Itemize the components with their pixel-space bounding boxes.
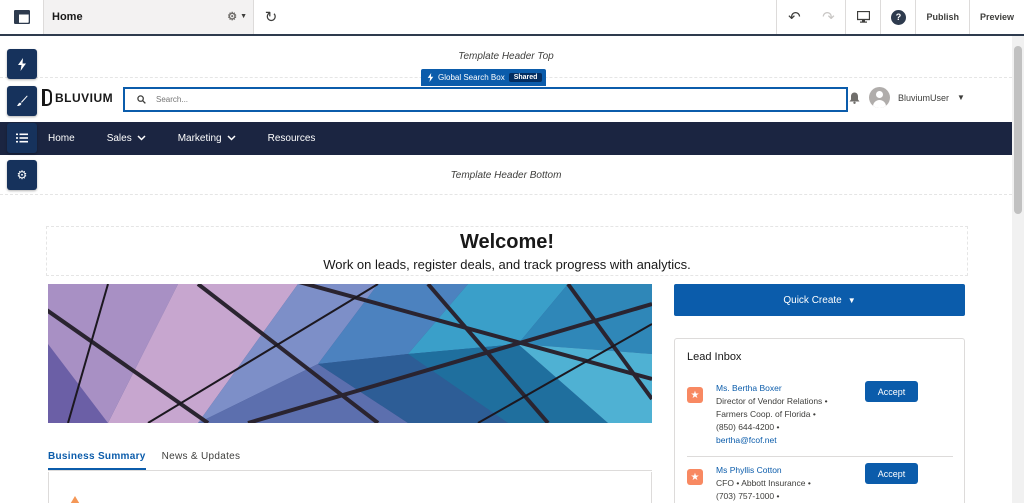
accept-button[interactable]: Accept — [865, 463, 918, 484]
divider — [687, 456, 953, 457]
accept-button[interactable]: Accept — [865, 381, 918, 402]
lead-title: Director of Vendor Relations • — [716, 396, 828, 406]
lead-icon: ★ — [687, 469, 703, 485]
list-icon[interactable] — [7, 123, 37, 153]
global-search-badge[interactable]: Global Search Box Shared — [421, 69, 547, 86]
hero-image — [48, 284, 652, 423]
quick-create-button[interactable]: Quick Create ▼ — [674, 284, 965, 316]
lead-name-link[interactable]: Ms. Bertha Boxer — [716, 383, 782, 393]
paintbrush-icon[interactable] — [7, 86, 37, 116]
welcome-title: Welcome! — [459, 231, 555, 253]
lead-phone: (850) 644-4200 • — [716, 422, 780, 432]
preview-button[interactable]: Preview — [970, 0, 1024, 34]
lead-title: CFO • Abbott Insurance • — [716, 478, 811, 488]
chevron-down-icon — [227, 134, 236, 143]
tab-business-summary[interactable]: Business Summary — [48, 444, 146, 470]
logo-mark-icon — [42, 89, 52, 106]
chevron-down-icon: ▼ — [847, 295, 856, 305]
bluvium-logo[interactable]: BLUVIUM — [42, 89, 113, 106]
redo-icon[interactable]: ↷ — [811, 0, 845, 34]
gear-icon[interactable]: ⚙ — [7, 160, 37, 190]
help-icon[interactable]: ? — [881, 0, 915, 34]
builder-toolbar: Home ⚙ ▼ ↻ ↶ ↷ ? Publish Preview — [0, 0, 1024, 36]
global-search-box[interactable] — [123, 87, 848, 112]
page-canvas: Template Header Top Global Search Box Sh… — [0, 36, 1012, 503]
gear-icon[interactable]: ⚙ — [227, 10, 237, 23]
lead-email-link[interactable]: bertha@fcof.net — [716, 435, 777, 445]
avatar — [869, 87, 890, 108]
navigation-menu: Home Sales Marketing Resources — [0, 122, 1012, 155]
warning-icon — [69, 496, 81, 503]
lightning-icon[interactable] — [7, 49, 37, 79]
lead-phone: (703) 757-1000 • — [716, 491, 780, 501]
nav-item-sales[interactable]: Sales — [107, 133, 146, 144]
tab-panel — [48, 472, 652, 503]
lead-inbox: Lead Inbox ★ Ms. Bertha Boxer Director o… — [674, 338, 965, 503]
page-name: Home — [52, 11, 83, 23]
shared-badge: Shared — [508, 73, 543, 82]
global-search-badge-label: Global Search Box — [438, 73, 505, 82]
site-header: BLUVIUM BluviumUser ▼ — [0, 80, 1012, 120]
refresh-icon[interactable]: ↻ — [254, 0, 288, 34]
lead-icon: ★ — [687, 387, 703, 403]
nav-item-home[interactable]: Home — [48, 133, 75, 144]
template-header-bottom: Template Header Bottom — [0, 157, 1012, 195]
page-selector[interactable]: Home ⚙ ▼ — [44, 0, 254, 34]
undo-icon[interactable]: ↶ — [777, 0, 811, 34]
publish-button[interactable]: Publish — [916, 0, 969, 34]
search-icon — [137, 95, 146, 104]
welcome-subtitle: Work on leads, register deals, and track… — [323, 257, 691, 272]
welcome-banner: Welcome! Work on leads, register deals, … — [46, 226, 968, 276]
nav-item-resources[interactable]: Resources — [268, 133, 316, 144]
nav-item-marketing[interactable]: Marketing — [178, 133, 236, 144]
desktop-preview-icon[interactable] — [846, 0, 880, 34]
quick-create-label: Quick Create — [783, 294, 842, 306]
lightning-icon — [427, 73, 434, 82]
layout-icon[interactable] — [0, 0, 44, 34]
tab-news-updates[interactable]: News & Updates — [162, 444, 241, 470]
lead-inbox-title: Lead Inbox — [687, 351, 742, 363]
chevron-down-icon — [137, 134, 146, 143]
search-input[interactable] — [156, 95, 756, 104]
lead-name-link[interactable]: Ms Phyllis Cotton — [716, 465, 782, 475]
chevron-down-icon[interactable]: ▼ — [240, 13, 247, 20]
user-menu[interactable]: BluviumUser ▼ — [869, 87, 965, 108]
scrollbar-thumb[interactable] — [1014, 46, 1022, 214]
logo-text: BLUVIUM — [55, 90, 114, 105]
tab-bar: Business Summary News & Updates — [48, 444, 652, 471]
lead-company: Farmers Coop. of Florida • — [716, 409, 816, 419]
chevron-down-icon: ▼ — [957, 93, 965, 102]
bell-icon[interactable] — [849, 92, 860, 107]
user-name: BluviumUser — [898, 92, 950, 103]
